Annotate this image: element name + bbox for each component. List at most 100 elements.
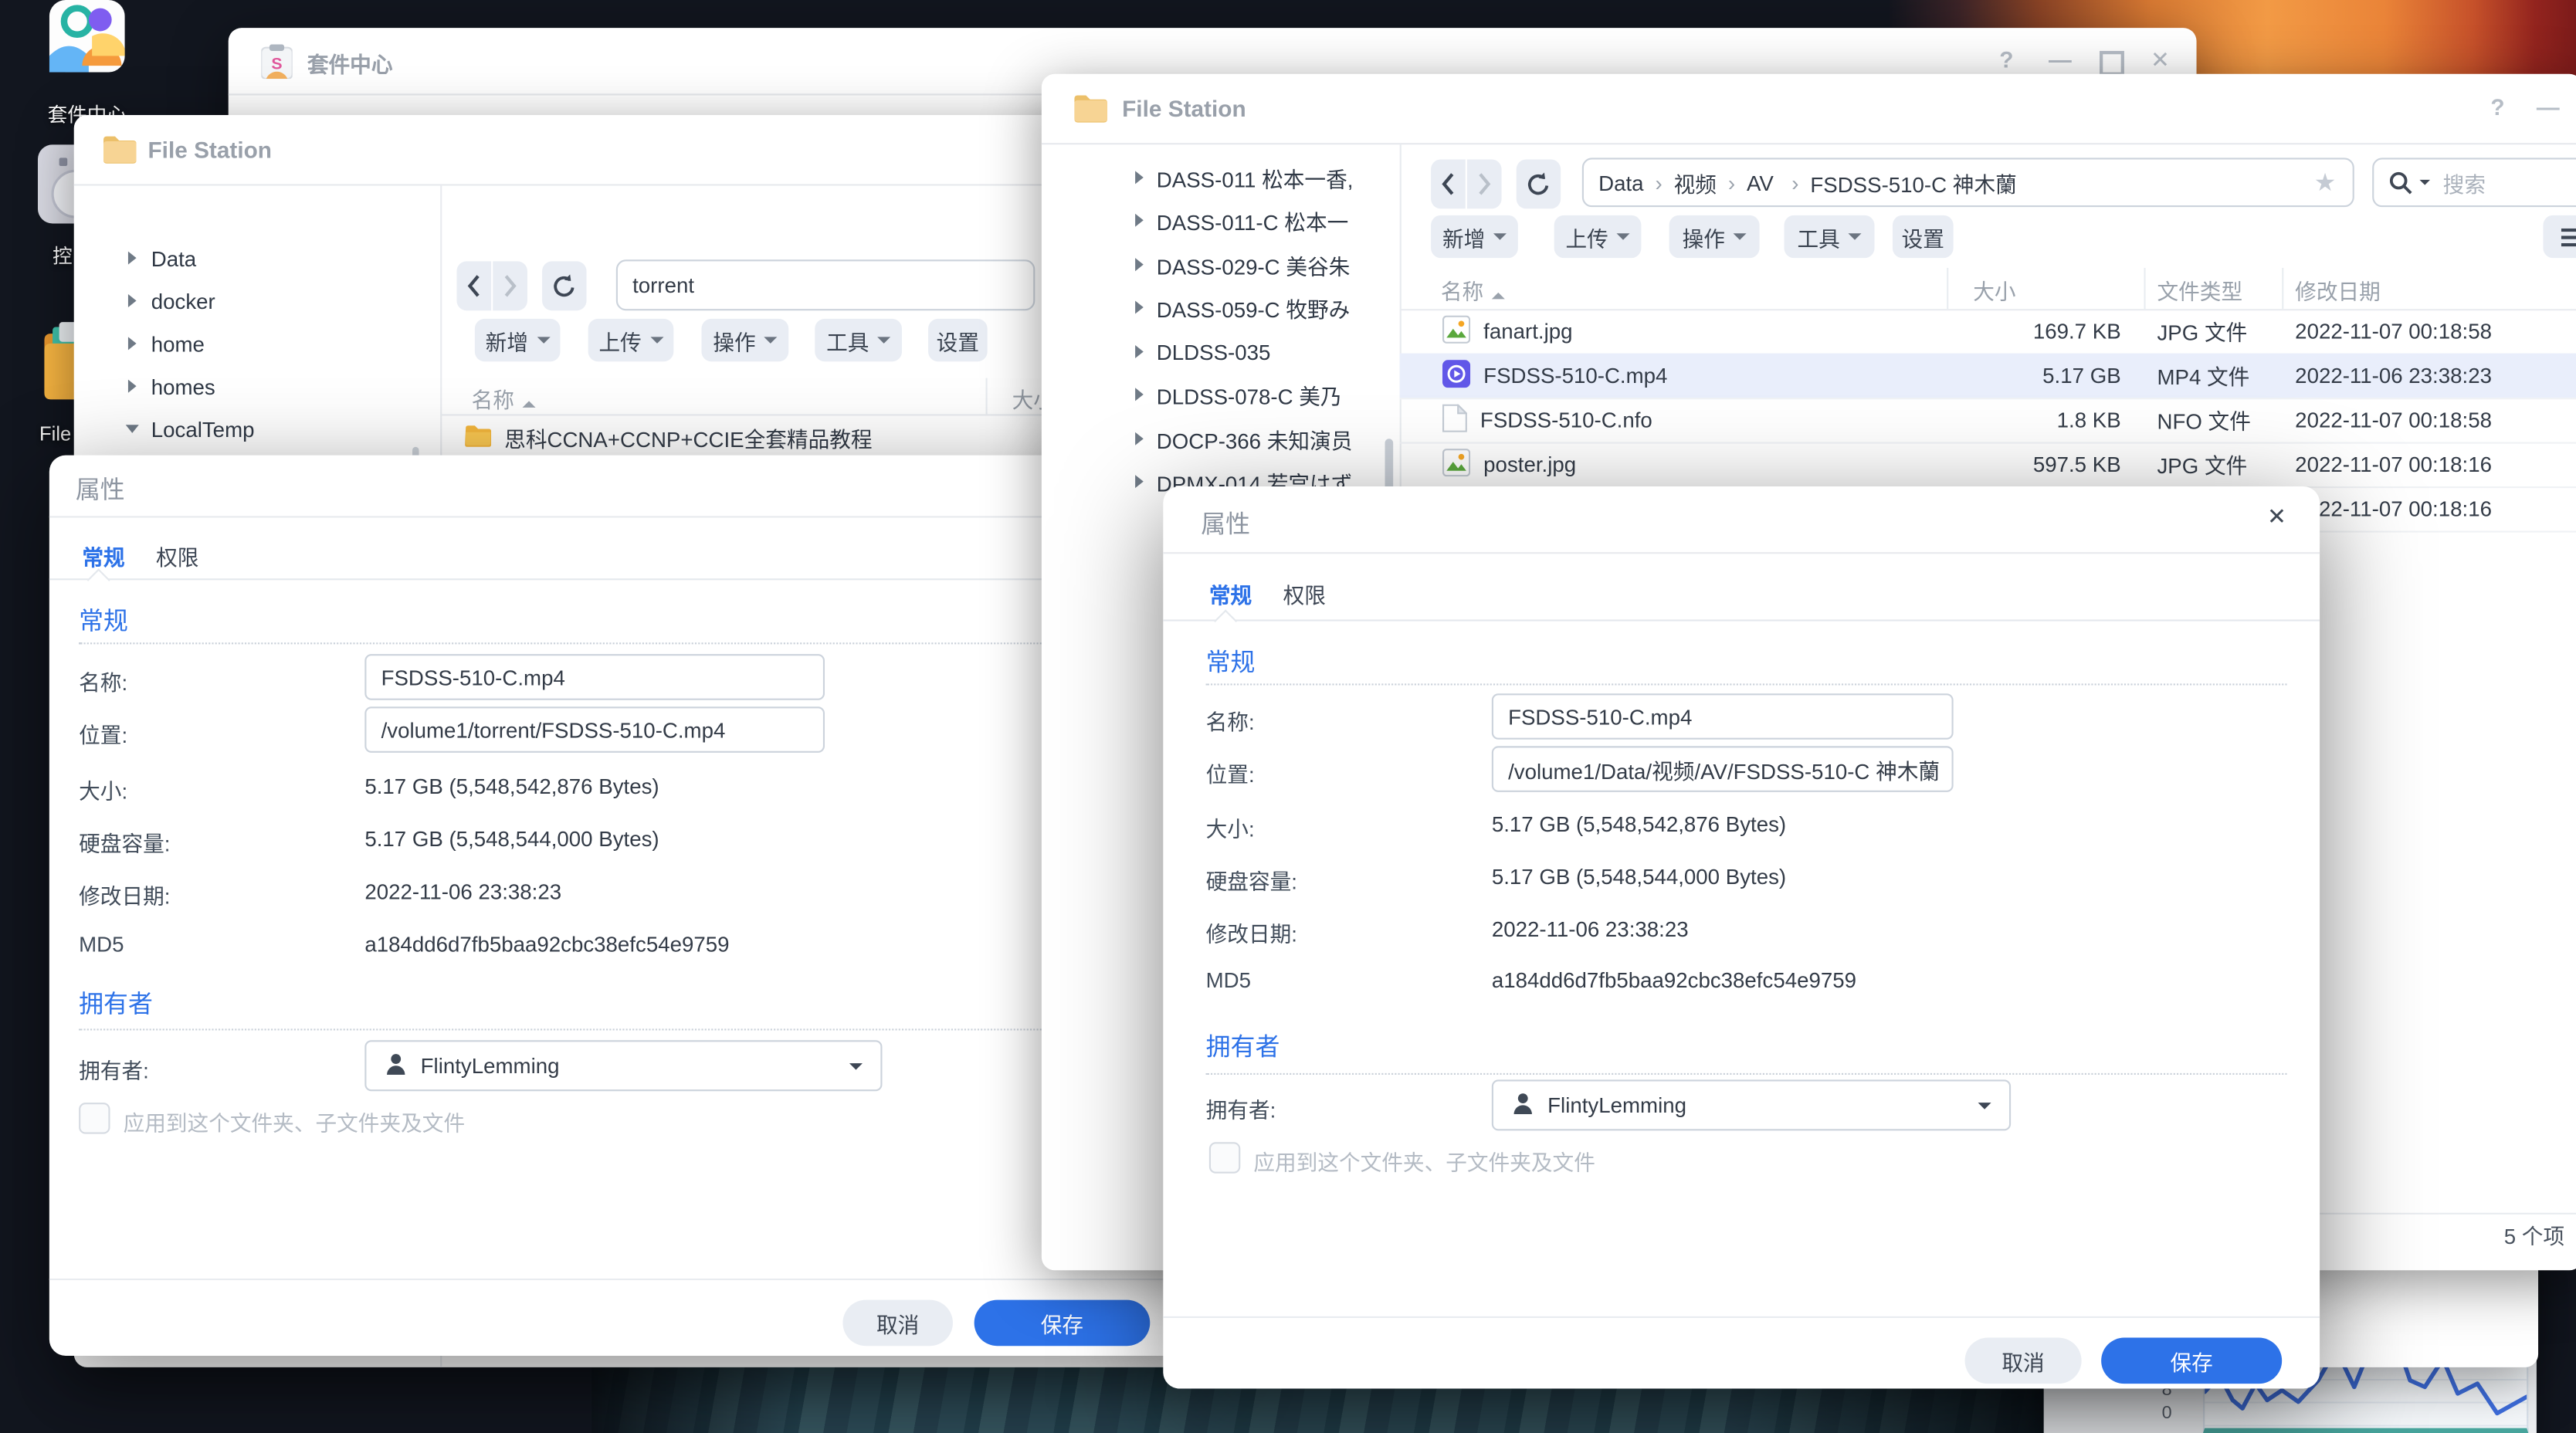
chevron-right-icon xyxy=(128,294,137,307)
star-icon[interactable]: ★ xyxy=(2314,168,2337,197)
breadcrumb-segment[interactable]: FSDSS-510-C 神木蘭 xyxy=(1810,167,2016,198)
sidebar-item-dass-029-c[interactable]: DASS-029-C 美谷朱 xyxy=(1042,243,1400,286)
file-station-front-title: File Station xyxy=(1122,95,1246,121)
search-placeholder: 搜索 xyxy=(2443,167,2486,198)
forward-icon[interactable] xyxy=(493,261,527,310)
location-field[interactable] xyxy=(1492,746,1954,792)
action-button[interactable]: 操作 xyxy=(1669,215,1760,258)
tab-strip-line xyxy=(1163,619,2320,621)
minimize-icon[interactable]: — xyxy=(2049,46,2072,73)
tab-permission[interactable]: 权限 xyxy=(1283,578,1326,609)
settings-button[interactable]: 设置 xyxy=(1893,215,1954,258)
name-label: 名称: xyxy=(1206,705,1255,736)
save-button[interactable]: 保存 xyxy=(974,1300,1151,1347)
search-box[interactable]: 搜索 xyxy=(2372,158,2576,207)
owner-value: FlintyLemming xyxy=(1547,1093,1686,1117)
footer-divider xyxy=(1163,1316,2320,1318)
apply-checkbox[interactable] xyxy=(79,1103,110,1133)
sidebar-item-dldss-035[interactable]: DLDSS-035 xyxy=(1042,330,1400,373)
md5-label: MD5 xyxy=(1206,968,1251,993)
action-button[interactable]: 操作 xyxy=(701,319,788,361)
divider xyxy=(49,516,1206,517)
column-name[interactable]: 名称 xyxy=(1441,274,1505,305)
location-label: 位置: xyxy=(79,718,127,749)
column-divider xyxy=(2144,268,2145,309)
cancel-button[interactable]: 取消 xyxy=(842,1300,953,1347)
sidebar-item-home[interactable]: home xyxy=(74,322,440,364)
breadcrumb-segment[interactable]: 视频 xyxy=(1674,167,1717,198)
owner-dropdown[interactable]: FlintyLemming xyxy=(1492,1079,2011,1130)
sidebar-item-homes[interactable]: homes xyxy=(74,365,440,408)
help-icon[interactable]: ? xyxy=(1999,46,2013,73)
size-value: 5.17 GB (5,548,542,876 Bytes) xyxy=(1492,811,1786,836)
caret-down-icon xyxy=(1493,233,1507,240)
tab-general[interactable]: 常规 xyxy=(1209,578,1252,609)
refresh-icon[interactable] xyxy=(542,261,586,310)
sort-ascending-icon xyxy=(523,401,536,408)
table-row[interactable]: FSDSS-510-C.nfo 1.8 KB NFO 文件 2022-11-07… xyxy=(1400,398,2576,444)
name-field[interactable] xyxy=(1492,693,1954,740)
column-name[interactable]: 名称 xyxy=(472,383,536,414)
save-button[interactable]: 保存 xyxy=(2101,1338,2282,1384)
sidebar-item-docker[interactable]: docker xyxy=(74,279,440,322)
active-tab-notch xyxy=(1214,609,1237,632)
cancel-button[interactable]: 取消 xyxy=(1965,1338,2082,1384)
maximize-icon[interactable] xyxy=(2100,51,2124,76)
md5-value: a184dd6d7fb5baa92cbc38efc54e9759 xyxy=(364,932,729,957)
help-icon[interactable]: ? xyxy=(2490,93,2504,120)
upload-button[interactable]: 上传 xyxy=(588,319,674,361)
disk-value: 5.17 GB (5,548,544,000 Bytes) xyxy=(364,827,659,852)
sidebar-item-dass-059-c[interactable]: DASS-059-C 牧野み xyxy=(1042,286,1400,328)
table-row[interactable]: fanart.jpg 169.7 KB JPG 文件 2022-11-07 00… xyxy=(1400,309,2576,355)
size-label: 大小: xyxy=(79,774,127,805)
tab-permission[interactable]: 权限 xyxy=(156,540,198,571)
column-divider xyxy=(2282,268,2283,309)
apply-label: 应用到这个文件夹、子文件夹及文件 xyxy=(1253,1146,1595,1177)
table-row-selected[interactable]: FSDSS-510-C.mp4 5.17 GB MP4 文件 2022-11-0… xyxy=(1400,354,2576,400)
sidebar-item-dldss-078-c[interactable]: DLDSS-078-C 美乃 xyxy=(1042,373,1400,415)
sidebar-item-dass-011[interactable]: DASS-011 松本一香, xyxy=(1042,156,1400,198)
owner-dropdown[interactable]: FlintyLemming xyxy=(364,1040,882,1091)
column-modified[interactable]: 修改日期 xyxy=(2295,274,2381,305)
path-input[interactable] xyxy=(616,259,1035,310)
sidebar-item-docp-366[interactable]: DOCP-366 未知演员 xyxy=(1042,418,1400,460)
chevron-right-icon xyxy=(1135,301,1144,314)
back-icon[interactable] xyxy=(456,261,491,310)
minimize-icon[interactable]: — xyxy=(2537,93,2560,120)
sidebar-item-data[interactable]: Data xyxy=(74,236,440,279)
create-button[interactable]: 新增 xyxy=(475,319,561,361)
table-row[interactable]: poster.jpg 597.5 KB JPG 文件 2022-11-07 00… xyxy=(1400,442,2576,489)
owner-label: 拥有者: xyxy=(79,1053,149,1084)
file-station-front-titlebar: File Station ? — xyxy=(1042,74,2576,145)
breadcrumb-segment[interactable]: AV xyxy=(1747,170,1774,195)
caret-down-icon xyxy=(849,1062,863,1069)
close-icon[interactable]: ✕ xyxy=(2267,503,2286,530)
column-size[interactable]: 大小 xyxy=(1973,274,2015,305)
desktop-icon-package-center[interactable]: 套件中心 xyxy=(48,0,127,128)
apply-checkbox[interactable] xyxy=(1209,1142,1240,1173)
column-type[interactable]: 文件类型 xyxy=(2157,274,2242,305)
tab-general[interactable]: 常规 xyxy=(82,540,124,571)
tools-button[interactable]: 工具 xyxy=(815,319,902,361)
disk-label: 硬盘容量: xyxy=(79,827,170,858)
create-button[interactable]: 新增 xyxy=(1431,215,1518,258)
sidebar-item-localtemp[interactable]: LocalTemp xyxy=(74,408,440,450)
section-owner: 拥有者 xyxy=(1206,1028,1280,1063)
refresh-icon[interactable] xyxy=(1517,159,1561,208)
name-field[interactable] xyxy=(364,654,825,700)
breadcrumb[interactable]: Data › 视频 › AV › FSDSS-510-C 神木蘭 ★ xyxy=(1582,158,2354,207)
sidebar-item-dass-011-c[interactable]: DASS-011-C 松本一 xyxy=(1042,199,1400,242)
chevron-right-icon xyxy=(128,380,137,393)
location-field[interactable] xyxy=(364,706,825,753)
settings-button[interactable]: 设置 xyxy=(928,319,988,361)
owner-label: 拥有者: xyxy=(1206,1093,1276,1123)
list-view-icon[interactable] xyxy=(2543,215,2576,258)
back-icon[interactable] xyxy=(1431,159,1466,208)
tools-button[interactable]: 工具 xyxy=(1785,215,1875,258)
upload-button[interactable]: 上传 xyxy=(1554,215,1642,258)
forward-icon[interactable] xyxy=(1467,159,1502,208)
close-icon[interactable]: ✕ xyxy=(2151,46,2170,74)
breadcrumb-segment[interactable]: Data xyxy=(1598,170,1643,195)
section-general: 常规 xyxy=(1206,644,1256,679)
folder-icon xyxy=(1073,92,1107,131)
